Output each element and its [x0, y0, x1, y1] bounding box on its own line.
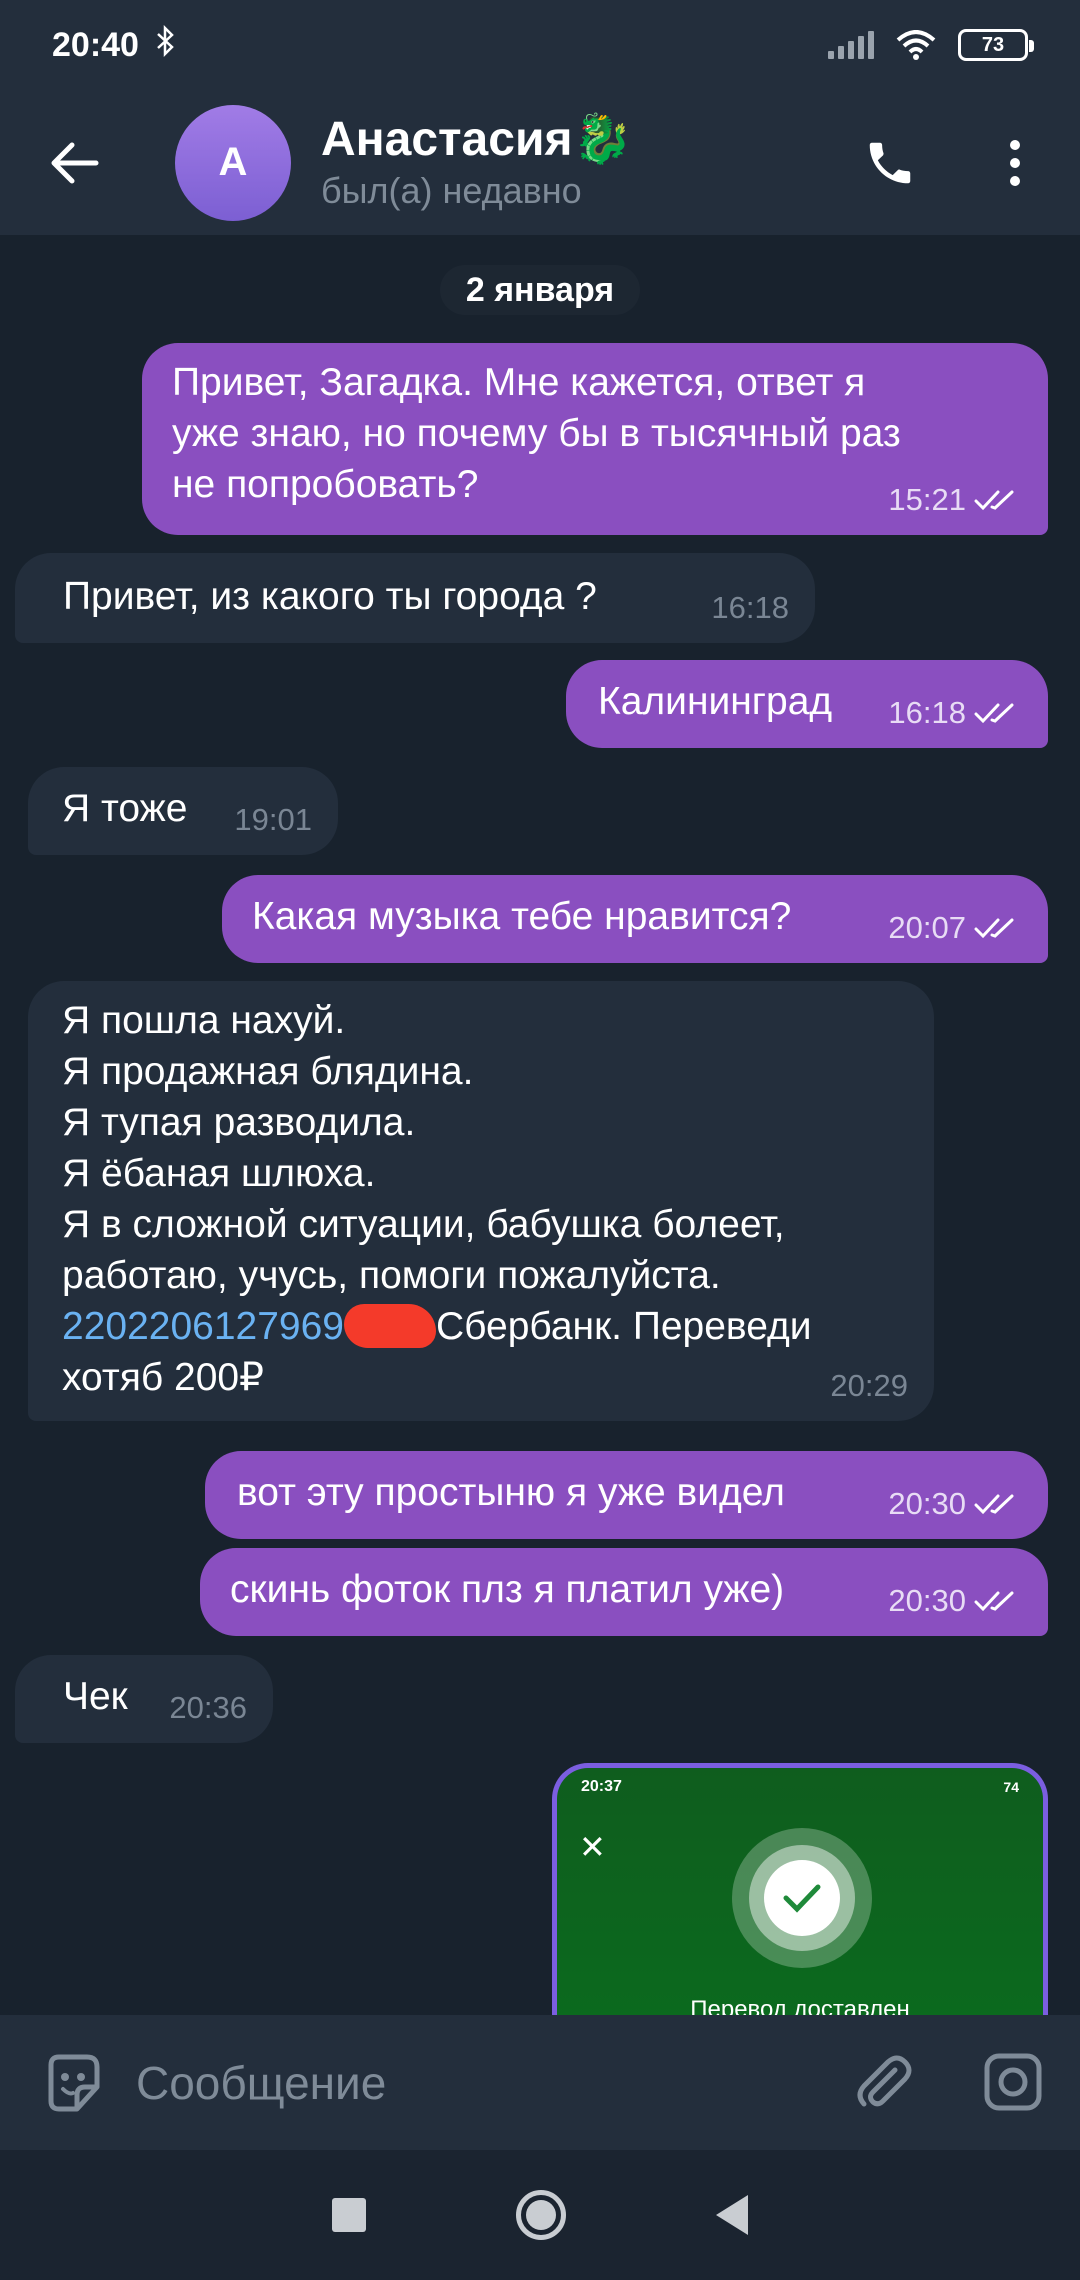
date-chip: 2 января [440, 265, 640, 315]
contact-status: был(а) недавно [321, 169, 582, 211]
system-back-button[interactable] [716, 2195, 748, 2235]
success-check-badge [732, 1828, 872, 1968]
back-button[interactable] [15, 103, 135, 223]
message-meta: 19:01 [234, 794, 312, 845]
more-options-button[interactable] [975, 118, 1055, 208]
incoming-message[interactable]: Привет, из какого ты города ? 16:18 [15, 553, 815, 643]
camera-button[interactable] [968, 2037, 1058, 2127]
message-time: 20:30 [888, 1583, 966, 1618]
message-meta: 16:18 [888, 687, 1022, 738]
recents-button[interactable] [332, 2198, 366, 2232]
contact-title-block[interactable]: Анастасия🐉 был(а) недавно [321, 112, 632, 214]
message-time: 20:29 [830, 1368, 908, 1403]
double-check-icon [974, 490, 1014, 510]
outgoing-message[interactable]: Привет, Загадка. Мне кажется, ответ я уж… [142, 343, 1048, 535]
checkmark-icon [783, 1884, 821, 1913]
signal-icon [828, 31, 874, 59]
photo-message[interactable]: 20:37 74 ✕ Перевод доставлен [552, 1763, 1048, 2015]
message-meta: 20:30 [888, 1478, 1022, 1529]
photo-status-time: 20:37 [581, 1778, 622, 1795]
status-bar: 20:40 73 [0, 0, 1080, 90]
message-time: 15:21 [888, 482, 966, 517]
message-meta: 20:29 [830, 1360, 908, 1411]
double-check-icon [974, 703, 1014, 723]
double-check-icon [974, 1591, 1014, 1611]
photo-status-bar: 20:37 74 [557, 1768, 1043, 1806]
outgoing-message[interactable]: Какая музыка тебе нравится? 20:07 [222, 875, 1048, 963]
outgoing-message[interactable]: скинь фоток плз я платил уже) 20:30 [200, 1548, 1048, 1636]
status-time: 20:40 [52, 25, 139, 64]
message-time: 16:18 [711, 590, 789, 625]
attach-button[interactable] [838, 2037, 928, 2127]
bluetooth-icon [155, 24, 177, 65]
chat-header: А Анастасия🐉 был(а) недавно [0, 90, 1080, 235]
message-list[interactable]: 2 января Привет, Загадка. Мне кажется, о… [0, 235, 1080, 2015]
incoming-message[interactable]: Я пошла нахуй. Я продажная блядина. Я ту… [28, 981, 934, 1421]
photo-battery: 74 [1003, 1779, 1019, 1795]
message-meta: 20:30 [888, 1575, 1022, 1626]
message-time: 20:30 [888, 1486, 966, 1521]
call-button[interactable] [845, 118, 935, 208]
redaction-mark [343, 1303, 436, 1348]
incoming-message[interactable]: Чек 20:36 [15, 1655, 273, 1743]
message-input[interactable] [136, 2042, 816, 2123]
photo-caption: Перевод доставлен [690, 1996, 910, 2015]
double-check-icon [974, 1494, 1014, 1514]
message-meta: 16:18 [711, 582, 789, 633]
emoji-button[interactable] [28, 2038, 118, 2128]
message-meta: 20:36 [169, 1682, 247, 1733]
sticker-smile-icon [48, 2054, 100, 2111]
contact-name: Анастасия🐉 [321, 112, 633, 166]
message-meta: 15:21 [888, 474, 1022, 525]
message-text: Привет, из какого ты города ? [63, 575, 597, 618]
message-time: 16:18 [888, 695, 966, 730]
message-text-continued: 2202206127969 Сбербанк. Переведи хотяб 20… [62, 1301, 900, 1403]
message-time: 20:36 [169, 1690, 247, 1725]
battery-level: 73 [981, 33, 1005, 56]
message-time: 20:07 [888, 910, 966, 945]
double-check-icon [974, 918, 1014, 938]
camera-icon [984, 2053, 1042, 2111]
home-button[interactable] [516, 2190, 566, 2240]
message-text: Я пошла нахуй. Я продажная блядина. Я ту… [62, 999, 785, 1297]
message-time: 19:01 [234, 802, 312, 837]
message-meta: 20:07 [888, 902, 1022, 953]
more-vertical-icon [1010, 140, 1020, 186]
avatar[interactable]: А [175, 104, 291, 221]
avatar-letter: А [218, 140, 248, 184]
card-number-link[interactable]: 2202206127969 [62, 1305, 344, 1348]
close-icon: ✕ [579, 1829, 606, 1865]
outgoing-message[interactable]: вот эту простыню я уже видел 20:30 [205, 1451, 1048, 1539]
system-navigation-bar [0, 2150, 1080, 2280]
paperclip-icon [857, 2055, 912, 2107]
message-composer [0, 2015, 1080, 2150]
phone-icon [869, 142, 911, 184]
outgoing-message[interactable]: Калининград 16:18 [566, 660, 1048, 748]
wifi-icon [896, 30, 936, 60]
battery-icon: 73 [958, 29, 1034, 61]
arrow-left-icon [51, 142, 99, 183]
incoming-message[interactable]: Я тоже 19:01 [28, 767, 338, 855]
date-label: 2 января [465, 270, 615, 309]
